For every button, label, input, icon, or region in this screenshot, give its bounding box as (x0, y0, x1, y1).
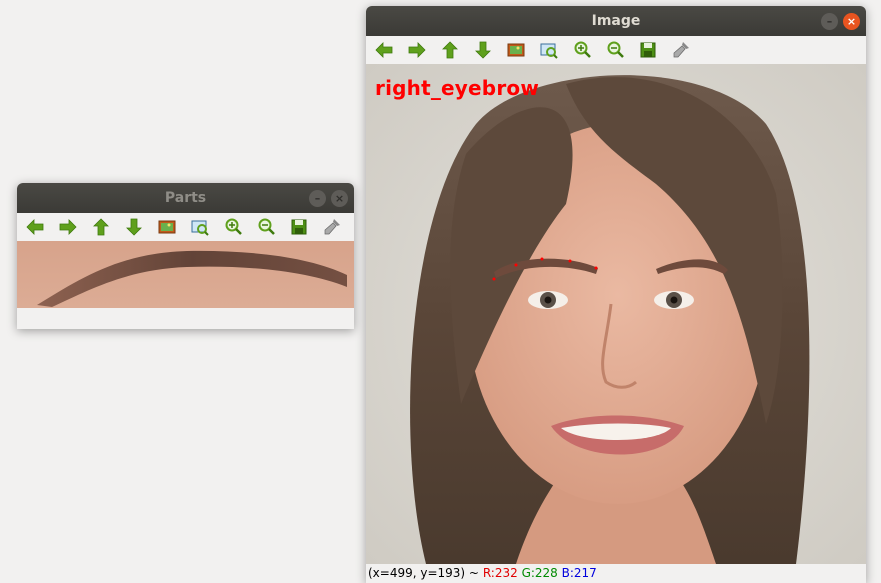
minimize-button[interactable]: – (309, 190, 326, 207)
arrow-right-icon (59, 219, 77, 235)
properties-button[interactable] (671, 40, 691, 60)
pan-right-button[interactable] (407, 40, 427, 60)
properties-icon (673, 42, 689, 58)
status-coords: (x=499, y=193) ~ (368, 566, 479, 580)
properties-icon (324, 219, 340, 235)
save-button[interactable] (289, 217, 309, 237)
zoom-out-button[interactable] (605, 40, 625, 60)
pan-left-button[interactable] (25, 217, 45, 237)
pan-up-button[interactable] (91, 217, 111, 237)
image-window-title: Image (591, 13, 641, 29)
parts-toolbar (17, 213, 354, 241)
zoom-fit-icon (540, 43, 558, 59)
image-icon (507, 43, 525, 57)
minimize-button[interactable]: – (821, 13, 838, 30)
arrow-down-icon (126, 218, 142, 236)
pan-down-button[interactable] (473, 40, 493, 60)
parts-image (17, 241, 354, 308)
pan-down-button[interactable] (124, 217, 144, 237)
status-g: G:228 (521, 566, 558, 580)
portrait-image (366, 64, 866, 564)
properties-button[interactable] (322, 217, 342, 237)
zoom-original-button[interactable] (506, 40, 526, 60)
save-button[interactable] (638, 40, 658, 60)
zoom-in-icon (225, 218, 242, 235)
zoom-original-button[interactable] (157, 217, 177, 237)
arrow-right-icon (408, 42, 426, 58)
zoom-fit-button[interactable] (539, 40, 559, 60)
parts-window-title: Parts (164, 190, 207, 206)
zoom-in-icon (574, 41, 591, 58)
zoom-out-button[interactable] (256, 217, 276, 237)
close-button[interactable]: × (843, 13, 860, 30)
image-window: Image – × right_eyebrow (x=499, y=193) ~… (366, 6, 866, 583)
zoom-out-icon (258, 218, 275, 235)
close-button[interactable]: × (331, 190, 348, 207)
image-icon (158, 220, 176, 234)
parts-titlebar[interactable]: Parts – × (17, 183, 354, 213)
zoom-fit-button[interactable] (190, 217, 210, 237)
arrow-left-icon (375, 42, 393, 58)
pan-right-button[interactable] (58, 217, 78, 237)
overlay-label: right_eyebrow (375, 76, 539, 100)
zoom-out-icon (607, 41, 624, 58)
image-canvas[interactable]: right_eyebrow (366, 64, 866, 564)
pan-left-button[interactable] (374, 40, 394, 60)
eyebrow-crop-image (17, 241, 354, 308)
status-r: R:232 (482, 566, 518, 580)
image-titlebar[interactable]: Image – × (366, 6, 866, 36)
zoom-in-button[interactable] (223, 217, 243, 237)
arrow-up-icon (93, 218, 109, 236)
arrow-up-icon (442, 41, 458, 59)
status-b: B:217 (561, 566, 597, 580)
arrow-left-icon (26, 219, 44, 235)
arrow-down-icon (475, 41, 491, 59)
parts-window: Parts – × (17, 183, 354, 329)
image-toolbar (366, 36, 866, 64)
status-bar: (x=499, y=193) ~ R:232 G:228 B:217 (366, 564, 866, 583)
zoom-fit-icon (191, 220, 209, 236)
save-icon (640, 42, 656, 58)
zoom-in-button[interactable] (572, 40, 592, 60)
pan-up-button[interactable] (440, 40, 460, 60)
save-icon (291, 219, 307, 235)
